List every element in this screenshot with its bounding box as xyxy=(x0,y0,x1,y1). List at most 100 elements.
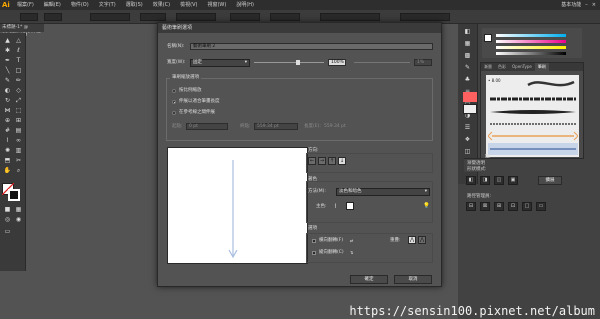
draw-normal-icon[interactable]: ◎ xyxy=(3,216,12,224)
ok-button[interactable]: 確定 xyxy=(350,275,388,284)
opacity-field[interactable] xyxy=(230,13,260,21)
symbol-sprayer-tool-icon[interactable]: ✺ xyxy=(3,147,12,155)
lasso-tool-icon[interactable]: ℓ xyxy=(14,47,23,55)
variable-width-dropdown[interactable] xyxy=(140,13,166,21)
brush-list[interactable]: • 8.00 xyxy=(486,75,579,157)
tab-gradient[interactable]: 漸層 xyxy=(481,63,495,71)
zoom-tool-icon[interactable]: ⌕ xyxy=(14,167,23,175)
rotate-tool-icon[interactable]: ↻ xyxy=(3,97,12,105)
color-mode-icon[interactable]: ■ xyxy=(3,206,12,214)
merge-icon[interactable]: ⊞ xyxy=(494,202,504,211)
gradient-tool-icon[interactable]: ▤ xyxy=(14,127,23,135)
cancel-button[interactable]: 取消 xyxy=(394,275,432,284)
width-max-field[interactable]: 1% xyxy=(414,59,432,66)
stretch-to-fit-radio[interactable] xyxy=(172,100,176,104)
free-transform-tool-icon[interactable]: ⬚ xyxy=(14,107,23,115)
paintbrush-tool-icon[interactable]: ✎ xyxy=(3,77,12,85)
tips-icon[interactable]: 💡 xyxy=(423,203,430,210)
blob-brush-tool-icon[interactable]: ◐ xyxy=(3,87,12,95)
eraser-tool-icon[interactable]: ◇ xyxy=(14,87,23,95)
ink-brush-stroke[interactable] xyxy=(488,107,578,117)
mesh-tool-icon[interactable]: # xyxy=(3,127,12,135)
stroke-weight-field[interactable] xyxy=(90,13,130,21)
workspace-switcher[interactable]: 基本功能 xyxy=(561,0,581,10)
color-panel-icon[interactable]: ◧ xyxy=(463,28,472,36)
graphic-styles-icon[interactable]: ❖ xyxy=(463,136,472,144)
column-graph-tool-icon[interactable]: ▥ xyxy=(14,147,23,155)
pencil-tool-icon[interactable]: ✏ xyxy=(14,77,23,85)
menu-effect[interactable]: 效果(C) xyxy=(148,0,175,10)
menu-edit[interactable]: 編輯(E) xyxy=(39,0,66,10)
yellow-slider[interactable] xyxy=(496,46,566,49)
direct-selection-tool-icon[interactable]: △ xyxy=(14,37,23,45)
scale-tool-icon[interactable]: ⤢ xyxy=(14,97,23,105)
minimize-icon[interactable]: – xyxy=(585,0,588,10)
menu-type[interactable]: 文字(T) xyxy=(94,0,121,10)
intersect-icon[interactable]: ◫ xyxy=(494,176,504,185)
dry-brush-stroke[interactable] xyxy=(488,120,578,128)
crop-icon[interactable]: ⊡ xyxy=(508,202,518,211)
menu-view[interactable]: 檢視(V) xyxy=(175,0,202,10)
perspective-grid-tool-icon[interactable]: ⊞ xyxy=(14,117,23,125)
tab-color[interactable]: 色彩 xyxy=(495,63,509,71)
width-max-slider-track[interactable] xyxy=(354,62,410,63)
document-tab[interactable]: 未標題-1* @ 66.67% (CMYK/預視) xyxy=(0,24,44,46)
width-tool-icon[interactable]: ⋈ xyxy=(3,107,12,115)
width-slider-thumb[interactable] xyxy=(296,60,300,65)
appearance-panel-icon[interactable]: ☰ xyxy=(463,124,472,132)
direction-up-button[interactable]: ↑ xyxy=(328,157,336,165)
color-guide-icon[interactable]: ▦ xyxy=(463,40,472,48)
gradient-preview-swatch[interactable] xyxy=(463,104,477,114)
eyedropper-tool-icon[interactable]: ⌇ xyxy=(3,137,12,145)
guide-start-field[interactable]: 0 pt xyxy=(186,123,228,130)
menu-help[interactable]: 說明(H) xyxy=(231,0,259,10)
charcoal-brush-stroke[interactable] xyxy=(488,93,578,105)
fill-color-dropdown[interactable] xyxy=(20,13,38,21)
width-percent-field[interactable]: 100% xyxy=(328,59,346,66)
overlap-adjust-button[interactable]: ⋀ xyxy=(408,236,416,244)
slice-tool-icon[interactable]: ✂ xyxy=(14,157,23,165)
direction-right-button[interactable]: → xyxy=(318,157,326,165)
divide-icon[interactable]: ⊟ xyxy=(466,202,476,211)
menu-object[interactable]: 物件(O) xyxy=(66,0,94,10)
menu-file[interactable]: 檔案(F) xyxy=(12,0,39,10)
minus-front-icon[interactable]: ◨ xyxy=(480,176,490,185)
direction-down-button[interactable]: ↓ xyxy=(338,157,346,165)
selection-tool-icon[interactable]: ▲ xyxy=(3,37,12,45)
stretch-between-guides-radio[interactable] xyxy=(172,111,176,115)
outline-icon[interactable]: □ xyxy=(522,202,532,211)
width-slider-track[interactable] xyxy=(254,62,324,63)
key-color-swatch[interactable] xyxy=(346,202,354,210)
symbols-panel-icon[interactable]: ♣ xyxy=(463,76,472,84)
black-slider[interactable] xyxy=(496,52,566,55)
cyan-slider[interactable] xyxy=(496,34,566,37)
menu-select[interactable]: 選取(S) xyxy=(121,0,148,10)
tab-opentype[interactable]: OpenType xyxy=(509,63,535,71)
hand-tool-icon[interactable]: ✋ xyxy=(3,167,12,175)
eyedropper-icon[interactable]: ⌇ xyxy=(334,203,337,210)
scale-proportionally-radio[interactable] xyxy=(172,89,176,93)
tab-brushes[interactable]: 筆刷 xyxy=(534,63,549,71)
expand-button[interactable]: 擴展 xyxy=(538,176,562,185)
rectangle-tool-icon[interactable]: □ xyxy=(14,67,23,75)
trim-icon[interactable]: ⊠ xyxy=(480,202,490,211)
screen-mode-icon[interactable]: ▭ xyxy=(3,228,12,236)
line-tool-icon[interactable]: ╲ xyxy=(3,67,12,75)
minus-back-icon[interactable]: ▭ xyxy=(536,202,546,211)
flip-across-checkbox[interactable] xyxy=(312,251,316,255)
width-type-dropdown[interactable]: 固定 ▾ xyxy=(190,59,250,67)
brush-name-field[interactable]: 藝術筆刷 2 xyxy=(190,43,433,50)
stroke-swatch[interactable] xyxy=(8,189,20,201)
draw-behind-icon[interactable]: ◉ xyxy=(14,216,23,224)
menu-window[interactable]: 視窗(W) xyxy=(202,0,231,10)
brush-definition-dropdown[interactable] xyxy=(176,13,216,21)
exclude-icon[interactable]: ▣ xyxy=(508,176,518,185)
selected-art-brush-stroke[interactable] xyxy=(488,143,578,155)
transform-controls[interactable] xyxy=(400,13,450,21)
artboard-tool-icon[interactable]: ⬒ xyxy=(3,157,12,165)
color-guide-swatch[interactable] xyxy=(463,92,477,102)
current-color-swatch[interactable] xyxy=(484,34,492,42)
style-dropdown[interactable] xyxy=(270,13,300,21)
blend-tool-icon[interactable]: ∞ xyxy=(14,137,23,145)
magic-wand-tool-icon[interactable]: ✱ xyxy=(3,47,12,55)
